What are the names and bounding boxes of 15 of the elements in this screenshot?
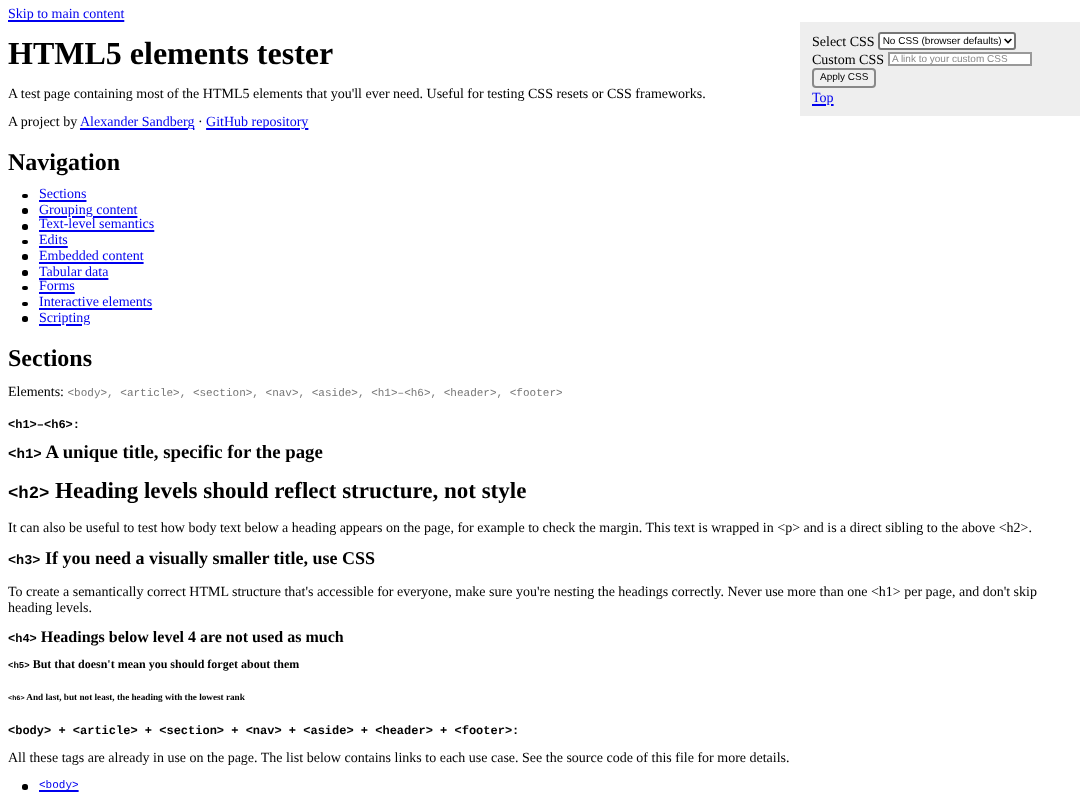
section-heading: Sections: [8, 344, 94, 373]
bullet-icon: [22, 270, 27, 276]
navigation-heading: Navigation: [8, 148, 123, 176]
bullet-icon: [22, 239, 27, 245]
bullet-icon: [22, 301, 27, 307]
bullet-icon: [22, 316, 27, 322]
bullet-icon: [22, 285, 27, 291]
bullet-icon: [22, 254, 27, 260]
bullet-icon: [22, 193, 27, 199]
chevron-icon: [1003, 38, 1012, 44]
bullet-icon: [22, 224, 27, 229]
sample-heading: <h2> Heading levels should reflect structure, not style: [8, 479, 527, 507]
page-title: HTML5 elements tester: [8, 38, 334, 74]
bullet-icon: [22, 784, 27, 790]
bullet-icon: [22, 208, 27, 214]
